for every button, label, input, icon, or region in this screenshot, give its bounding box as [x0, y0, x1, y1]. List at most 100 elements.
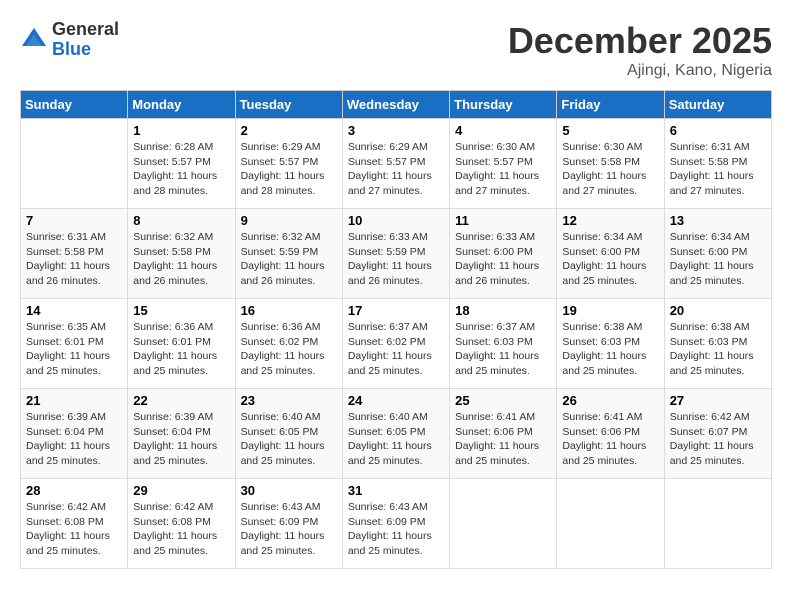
calendar-cell: 21 Sunrise: 6:39 AMSunset: 6:04 PMDayligh…: [21, 389, 128, 479]
day-info: Sunrise: 6:32 AMSunset: 5:59 PMDaylight:…: [241, 230, 337, 289]
day-number: 24: [348, 393, 444, 408]
location: Ajingi, Kano, Nigeria: [508, 62, 772, 80]
day-info: Sunrise: 6:29 AMSunset: 5:57 PMDaylight:…: [241, 140, 337, 199]
day-info: Sunrise: 6:31 AMSunset: 5:58 PMDaylight:…: [26, 230, 122, 289]
day-number: 2: [241, 123, 337, 138]
calendar-cell: 20Sunrise: 6:38 AMSunset: 6:03 PMDayligh…: [664, 299, 771, 389]
day-info: Sunrise: 6:43 AMSunset: 6:09 PMDaylight:…: [348, 500, 444, 559]
calendar-cell: 30 Sunrise: 6:43 AMSunset: 6:09 PMDayligh…: [235, 479, 342, 569]
day-number: 8: [133, 213, 229, 228]
day-info: Sunrise: 6:42 AMSunset: 6:07 PMDaylight:…: [670, 410, 766, 469]
day-number: 6: [670, 123, 766, 138]
calendar-week-row: 28 Sunrise: 6:42 AMSunset: 6:08 PMDayligh…: [21, 479, 772, 569]
day-number: 10: [348, 213, 444, 228]
calendar-cell: 1 Sunrise: 6:28 AMSunset: 5:57 PMDaylight…: [128, 119, 235, 209]
logo-text: General Blue: [52, 20, 119, 60]
calendar-cell: 16Sunrise: 6:36 AMSunset: 6:02 PMDayligh…: [235, 299, 342, 389]
calendar-cell: 13Sunrise: 6:34 AMSunset: 6:00 PMDayligh…: [664, 209, 771, 299]
day-number: 23: [241, 393, 337, 408]
day-info: Sunrise: 6:30 AMSunset: 5:58 PMDaylight:…: [562, 140, 658, 199]
day-number: 21: [26, 393, 122, 408]
logo-general: General: [52, 20, 119, 40]
day-number: 14: [26, 303, 122, 318]
day-info: Sunrise: 6:29 AMSunset: 5:57 PMDaylight:…: [348, 140, 444, 199]
day-number: 3: [348, 123, 444, 138]
calendar-cell: [664, 479, 771, 569]
calendar-week-row: 14 Sunrise: 6:35 AMSunset: 6:01 PMDayligh…: [21, 299, 772, 389]
day-info: Sunrise: 6:39 AMSunset: 6:04 PMDaylight:…: [26, 410, 122, 469]
calendar-cell: 5 Sunrise: 6:30 AMSunset: 5:58 PMDaylight…: [557, 119, 664, 209]
calendar-cell: 9Sunrise: 6:32 AMSunset: 5:59 PMDaylight…: [235, 209, 342, 299]
month-title: December 2025: [508, 20, 772, 62]
day-number: 20: [670, 303, 766, 318]
day-number: 4: [455, 123, 551, 138]
day-of-week-header: Sunday: [21, 91, 128, 119]
day-number: 29: [133, 483, 229, 498]
calendar-week-row: 1 Sunrise: 6:28 AMSunset: 5:57 PMDaylight…: [21, 119, 772, 209]
calendar-cell: 17 Sunrise: 6:37 AMSunset: 6:02 PMDayligh…: [342, 299, 449, 389]
calendar-cell: [450, 479, 557, 569]
day-number: 25: [455, 393, 551, 408]
day-info: Sunrise: 6:37 AMSunset: 6:03 PMDaylight:…: [455, 320, 551, 379]
calendar-cell: 8Sunrise: 6:32 AMSunset: 5:58 PMDaylight…: [128, 209, 235, 299]
page-header: General Blue December 2025 Ajingi, Kano,…: [20, 20, 772, 80]
day-number: 30: [241, 483, 337, 498]
day-number: 1: [133, 123, 229, 138]
calendar-cell: 31Sunrise: 6:43 AMSunset: 6:09 PMDayligh…: [342, 479, 449, 569]
day-number: 7: [26, 213, 122, 228]
day-number: 12: [562, 213, 658, 228]
day-info: Sunrise: 6:34 AMSunset: 6:00 PMDaylight:…: [562, 230, 658, 289]
logo-icon: [20, 26, 48, 54]
calendar-cell: 23 Sunrise: 6:40 AMSunset: 6:05 PMDayligh…: [235, 389, 342, 479]
calendar-cell: [557, 479, 664, 569]
calendar-cell: 6 Sunrise: 6:31 AMSunset: 5:58 PMDaylight…: [664, 119, 771, 209]
day-of-week-header: Monday: [128, 91, 235, 119]
calendar-cell: 18Sunrise: 6:37 AMSunset: 6:03 PMDayligh…: [450, 299, 557, 389]
calendar-cell: 26 Sunrise: 6:41 AMSunset: 6:06 PMDayligh…: [557, 389, 664, 479]
day-info: Sunrise: 6:33 AMSunset: 5:59 PMDaylight:…: [348, 230, 444, 289]
day-info: Sunrise: 6:33 AMSunset: 6:00 PMDaylight:…: [455, 230, 551, 289]
day-number: 22: [133, 393, 229, 408]
day-info: Sunrise: 6:31 AMSunset: 5:58 PMDaylight:…: [670, 140, 766, 199]
day-number: 26: [562, 393, 658, 408]
day-info: Sunrise: 6:28 AMSunset: 5:57 PMDaylight:…: [133, 140, 229, 199]
calendar-cell: 4Sunrise: 6:30 AMSunset: 5:57 PMDaylight…: [450, 119, 557, 209]
calendar-cell: 14 Sunrise: 6:35 AMSunset: 6:01 PMDayligh…: [21, 299, 128, 389]
calendar-cell: [21, 119, 128, 209]
calendar-cell: 24 Sunrise: 6:40 AMSunset: 6:05 PMDayligh…: [342, 389, 449, 479]
day-info: Sunrise: 6:42 AMSunset: 6:08 PMDaylight:…: [133, 500, 229, 559]
day-of-week-header: Friday: [557, 91, 664, 119]
day-info: Sunrise: 6:37 AMSunset: 6:02 PMDaylight:…: [348, 320, 444, 379]
day-info: Sunrise: 6:43 AMSunset: 6:09 PMDaylight:…: [241, 500, 337, 559]
calendar-cell: 25Sunrise: 6:41 AMSunset: 6:06 PMDayligh…: [450, 389, 557, 479]
day-number: 5: [562, 123, 658, 138]
calendar-week-row: 21 Sunrise: 6:39 AMSunset: 6:04 PMDayligh…: [21, 389, 772, 479]
day-of-week-header: Thursday: [450, 91, 557, 119]
day-of-week-header: Wednesday: [342, 91, 449, 119]
logo-blue: Blue: [52, 40, 119, 60]
calendar-cell: 22Sunrise: 6:39 AMSunset: 6:04 PMDayligh…: [128, 389, 235, 479]
day-number: 11: [455, 213, 551, 228]
day-info: Sunrise: 6:38 AMSunset: 6:03 PMDaylight:…: [562, 320, 658, 379]
calendar-cell: 11 Sunrise: 6:33 AMSunset: 6:00 PMDayligh…: [450, 209, 557, 299]
calendar-week-row: 7 Sunrise: 6:31 AMSunset: 5:58 PMDaylight…: [21, 209, 772, 299]
calendar-cell: 2 Sunrise: 6:29 AMSunset: 5:57 PMDaylight…: [235, 119, 342, 209]
day-info: Sunrise: 6:40 AMSunset: 6:05 PMDaylight:…: [348, 410, 444, 469]
day-number: 19: [562, 303, 658, 318]
day-of-week-header: Tuesday: [235, 91, 342, 119]
calendar-table: SundayMondayTuesdayWednesdayThursdayFrid…: [20, 90, 772, 569]
calendar-header-row: SundayMondayTuesdayWednesdayThursdayFrid…: [21, 91, 772, 119]
day-info: Sunrise: 6:34 AMSunset: 6:00 PMDaylight:…: [670, 230, 766, 289]
title-block: December 2025 Ajingi, Kano, Nigeria: [508, 20, 772, 80]
calendar-cell: 29 Sunrise: 6:42 AMSunset: 6:08 PMDayligh…: [128, 479, 235, 569]
day-info: Sunrise: 6:40 AMSunset: 6:05 PMDaylight:…: [241, 410, 337, 469]
calendar-cell: 3 Sunrise: 6:29 AMSunset: 5:57 PMDaylight…: [342, 119, 449, 209]
day-info: Sunrise: 6:41 AMSunset: 6:06 PMDaylight:…: [562, 410, 658, 469]
day-info: Sunrise: 6:42 AMSunset: 6:08 PMDaylight:…: [26, 500, 122, 559]
day-number: 28: [26, 483, 122, 498]
day-of-week-header: Saturday: [664, 91, 771, 119]
calendar-cell: 28 Sunrise: 6:42 AMSunset: 6:08 PMDayligh…: [21, 479, 128, 569]
day-info: Sunrise: 6:35 AMSunset: 6:01 PMDaylight:…: [26, 320, 122, 379]
logo: General Blue: [20, 20, 119, 60]
day-number: 17: [348, 303, 444, 318]
